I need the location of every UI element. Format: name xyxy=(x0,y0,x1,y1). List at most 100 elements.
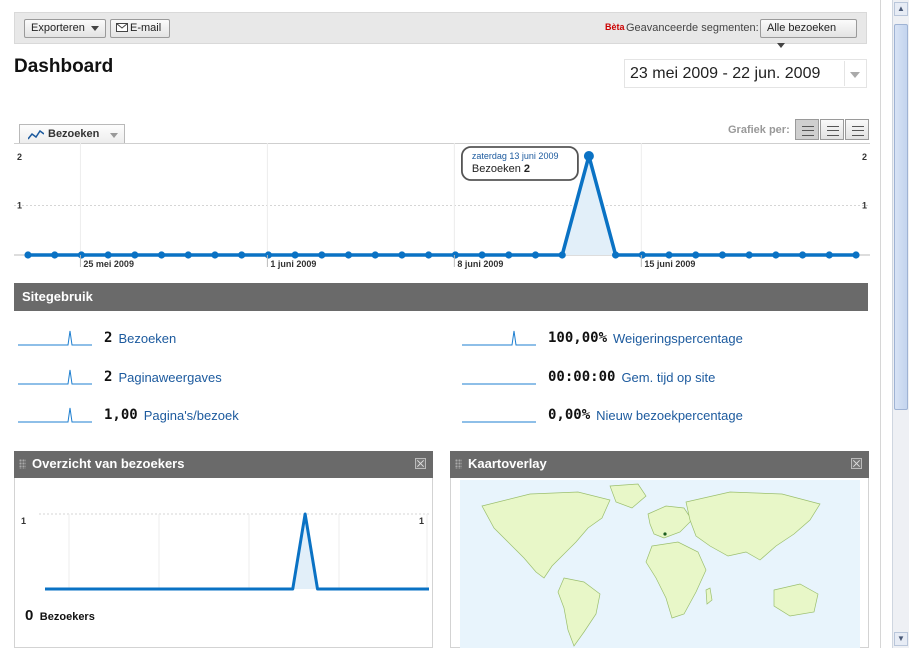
y-tick-label: 1 xyxy=(419,516,424,526)
x-tick-label: 1 juni 2009 xyxy=(270,259,316,269)
sparkline xyxy=(462,383,536,385)
x-tick-label: 25 mei 2009 xyxy=(83,259,134,269)
envelope-icon xyxy=(116,23,128,32)
email-button[interactable]: E-mail xyxy=(110,19,170,38)
data-point xyxy=(745,251,753,259)
chevron-down-icon xyxy=(110,133,118,138)
drag-handle-icon[interactable] xyxy=(455,459,462,469)
tooltip-value: 2 xyxy=(524,163,530,175)
y-tick-label: 1 xyxy=(17,201,22,211)
export-button[interactable]: Exporteren xyxy=(24,19,106,38)
export-label: Exporteren xyxy=(31,22,85,34)
data-point xyxy=(131,251,139,259)
data-point xyxy=(638,251,646,259)
tooltip-date: zaterdag 13 juni 2009 xyxy=(472,151,559,161)
chevron-down-icon xyxy=(90,25,99,31)
data-point xyxy=(77,251,86,259)
view-day-button[interactable] xyxy=(795,119,819,140)
data-point xyxy=(692,251,700,259)
chevron-down-icon xyxy=(777,42,785,48)
visitors-panel-header[interactable]: Overzicht van bezoekers xyxy=(14,451,433,478)
date-range-selector[interactable]: 23 mei 2009 - 22 jun. 2009 xyxy=(624,59,867,88)
visitors-label: Bezoekers xyxy=(39,611,95,623)
segments-value: Alle bezoeken xyxy=(767,22,837,34)
sparkline xyxy=(18,407,92,423)
scrollbar-thumb[interactable] xyxy=(894,24,908,410)
map-location-marker xyxy=(663,532,667,536)
view-week-button[interactable] xyxy=(820,119,844,140)
chevron-down-icon[interactable] xyxy=(844,61,865,86)
usage-stat-link[interactable]: Nieuw bezoekpercentage xyxy=(596,408,743,423)
drag-handle-icon[interactable] xyxy=(19,459,26,469)
metric-label: Bezoeken xyxy=(48,128,100,140)
tooltip-metric: Bezoeken 2 xyxy=(472,163,530,175)
y-tick-label: 2 xyxy=(862,152,867,162)
graph-per-label: Grafiek per: xyxy=(728,124,790,136)
list-icon xyxy=(827,126,839,136)
sparkline xyxy=(18,369,92,385)
usage-stat-value: 1,00 xyxy=(104,407,138,423)
usage-stat: 00:00:00 Gem. tijd op site xyxy=(462,367,882,387)
beta-badge: Bèta xyxy=(605,22,625,32)
data-point xyxy=(157,251,166,259)
data-point xyxy=(825,251,833,259)
data-point xyxy=(531,251,540,259)
sparkline xyxy=(462,421,536,423)
sparkline-path xyxy=(18,407,92,423)
sparkline xyxy=(462,330,536,346)
data-point xyxy=(184,251,192,259)
usage-stat-link[interactable]: Pagina's/bezoek xyxy=(144,408,239,423)
data-point xyxy=(718,251,727,259)
data-point xyxy=(425,251,433,259)
email-label: E-mail xyxy=(130,22,162,34)
visits-chart: 2 1 2 1 25 mei 2009 1 juni 2009 8 juni 2009 15 … xyxy=(14,143,870,269)
view-month-button[interactable] xyxy=(845,119,869,140)
list-icon xyxy=(802,126,814,136)
data-point xyxy=(318,251,326,259)
usage-stat: 0,00% Nieuw bezoekpercentage xyxy=(462,405,882,425)
usage-stat-link[interactable]: Gem. tijd op site xyxy=(621,370,715,385)
usage-stat: 100,00% Weigeringspercentage xyxy=(462,328,882,348)
segments-select[interactable]: Alle bezoeken xyxy=(760,19,857,48)
usage-stat: 2 Bezoeken xyxy=(18,328,438,348)
metric-selector[interactable]: Bezoeken xyxy=(19,124,125,144)
data-point xyxy=(852,251,860,259)
data-point xyxy=(478,251,486,259)
data-point xyxy=(558,251,566,259)
data-point xyxy=(291,251,299,259)
y-tick-label: 1 xyxy=(21,516,26,526)
segments-label: Geavanceerde segmenten: xyxy=(626,22,759,34)
usage-stat-link[interactable]: Paginaweergaves xyxy=(118,370,221,385)
close-icon[interactable] xyxy=(415,458,426,469)
sparkline-path xyxy=(18,330,92,346)
close-icon[interactable] xyxy=(851,458,862,469)
usage-stat-link[interactable]: Weigeringspercentage xyxy=(613,331,743,346)
data-point xyxy=(772,251,780,259)
map-panel-header[interactable]: Kaartoverlay xyxy=(450,451,869,478)
usage-stat-value: 100,00% xyxy=(548,330,608,346)
usage-stat-link[interactable]: Bezoeken xyxy=(118,331,176,346)
map-overlay-panel: Kaartoverlay xyxy=(450,451,869,648)
line-chart-icon xyxy=(28,130,44,140)
y-tick-label: 1 xyxy=(862,201,867,211)
vertical-scrollbar[interactable]: ▲ ▼ xyxy=(892,0,909,648)
data-point xyxy=(798,251,807,259)
list-icon xyxy=(852,126,864,136)
usage-stat-value: 2 xyxy=(104,330,113,346)
data-point xyxy=(238,251,246,259)
scroll-down-icon[interactable]: ▼ xyxy=(894,632,908,646)
data-point xyxy=(211,251,219,259)
data-point xyxy=(264,251,272,259)
data-point xyxy=(398,251,406,259)
x-tick-label: 15 juni 2009 xyxy=(644,259,695,269)
visitors-value: 0 xyxy=(25,607,34,624)
data-point xyxy=(51,251,59,259)
visitors-overview-panel: Overzicht van bezoekers 1 1 0 Bezoekers xyxy=(14,451,433,648)
sparkline-path xyxy=(18,369,92,385)
site-usage-header: Sitegebruik xyxy=(14,283,868,311)
graph-view-toggle xyxy=(795,119,869,140)
scroll-up-icon[interactable]: ▲ xyxy=(894,2,908,16)
x-tick-label: 8 juni 2009 xyxy=(457,259,503,269)
world-map[interactable] xyxy=(460,480,860,648)
data-point xyxy=(451,251,459,259)
